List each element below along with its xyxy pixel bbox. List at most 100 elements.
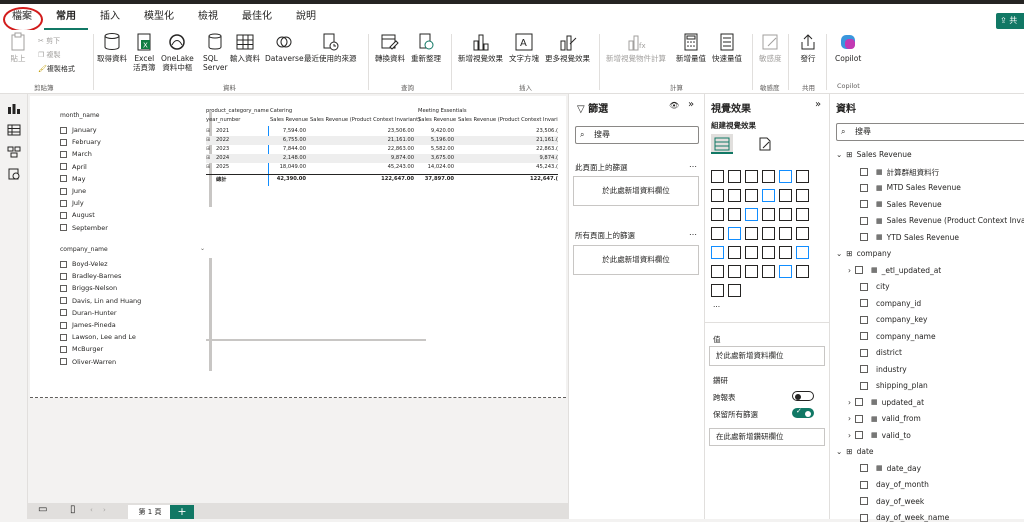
chevron-down-icon[interactable]: ⌄ <box>200 245 205 252</box>
transform-data-button[interactable]: 轉換資料 <box>375 32 405 63</box>
checkbox[interactable] <box>860 497 868 505</box>
dataverse-button[interactable]: Dataverse <box>265 32 304 63</box>
decomposition-tree-visual-icon[interactable] <box>728 265 741 278</box>
dax-query-view-icon[interactable] <box>7 168 21 180</box>
checkbox[interactable] <box>60 138 67 146</box>
kpi-visual-icon[interactable] <box>711 246 724 259</box>
more-options-icon[interactable]: … <box>689 160 697 169</box>
get-data-button[interactable]: 取得資料 <box>97 32 127 63</box>
table-node[interactable]: ⌄ ⊞ company <box>836 249 891 258</box>
slicer-item[interactable]: February <box>60 136 200 148</box>
slicer-item[interactable]: April <box>60 161 200 173</box>
gauge-visual-icon[interactable] <box>762 227 775 240</box>
checkbox[interactable] <box>860 464 868 472</box>
slicer-item[interactable]: July <box>60 197 200 209</box>
filters-search-input[interactable]: ⌕ 搜尋 <box>575 126 699 144</box>
python-visual-visual-icon[interactable] <box>796 246 809 259</box>
checkbox[interactable] <box>860 332 868 340</box>
new-visual-calc-button[interactable]: fx 新增視覺物件計算 <box>606 32 666 63</box>
tab-insert[interactable]: 插入 <box>88 4 132 30</box>
table-node[interactable]: ⌄ ⊞ Sales Revenue <box>836 150 912 159</box>
cross-report-toggle[interactable] <box>792 391 814 401</box>
recent-sources-button[interactable]: 最近使用的來源 <box>304 32 357 63</box>
narrative-visual-icon[interactable] <box>762 265 775 278</box>
add-page-button[interactable]: + <box>170 505 194 519</box>
field-item[interactable]: company_key <box>860 315 927 324</box>
model-view-icon[interactable] <box>7 146 21 158</box>
slicer-item[interactable]: March <box>60 148 200 160</box>
more-options-icon[interactable]: … <box>689 228 697 237</box>
checkbox[interactable] <box>60 272 67 280</box>
values-drop[interactable]: 於此處新增資料欄位 <box>709 346 825 366</box>
ribbon-chart-visual-icon[interactable] <box>779 189 792 202</box>
filled-map-visual-icon[interactable] <box>711 227 724 240</box>
new-visual-button[interactable]: 新增視覺效果 <box>458 32 503 63</box>
100-stacked-bar-visual-icon[interactable] <box>779 170 792 183</box>
chevron-right-icon[interactable]: › <box>848 266 851 275</box>
clustered-column-visual-icon[interactable] <box>728 170 741 183</box>
expand-icon[interactable]: ⊞ <box>206 137 210 143</box>
line-column-visual-icon[interactable] <box>762 189 775 202</box>
company-slicer-scrollbar[interactable] <box>209 258 212 371</box>
page-view-icon[interactable]: ▭ <box>38 504 47 515</box>
slicer-item[interactable]: January <box>60 124 200 136</box>
checkbox[interactable] <box>860 513 868 522</box>
chevron-right-icon[interactable]: › <box>848 398 851 407</box>
checkbox[interactable] <box>855 266 863 274</box>
checkbox[interactable] <box>60 163 67 171</box>
checkbox[interactable] <box>860 200 868 208</box>
quick-measure-button[interactable]: 快速量值 <box>712 32 742 63</box>
slicer-item[interactable]: Oliver-Warren <box>60 356 200 368</box>
next-page-icon[interactable]: › <box>103 506 106 514</box>
new-measure-button[interactable]: 新增量值 <box>676 32 706 63</box>
100-stacked-column-visual-icon[interactable] <box>796 170 809 183</box>
slicer-item[interactable]: Bradley-Barnes <box>60 270 200 282</box>
field-item[interactable]: company_id <box>860 299 921 308</box>
prev-page-icon[interactable]: ‹ <box>90 506 93 514</box>
more-visuals-ellipsis[interactable]: ... <box>713 300 720 309</box>
field-item[interactable]: day_of_week_name <box>860 513 949 522</box>
checkbox[interactable] <box>860 168 868 176</box>
funnel-visual-icon[interactable] <box>711 208 724 221</box>
chevron-down-icon[interactable]: ⌄ <box>836 150 842 159</box>
format-painter-button[interactable]: 🖌複製格式 <box>38 64 75 74</box>
paste-button[interactable]: 貼上 <box>8 32 28 63</box>
textbox-button[interactable]: A 文字方塊 <box>509 32 539 63</box>
tab-modeling[interactable]: 模型化 <box>132 4 186 30</box>
checkbox[interactable] <box>60 260 67 268</box>
matrix-horizontal-scrollbar[interactable] <box>206 339 426 341</box>
checkbox[interactable] <box>60 321 67 329</box>
treemap-visual-icon[interactable] <box>779 208 792 221</box>
slicer-item[interactable]: May <box>60 173 200 185</box>
share-button[interactable]: ⇪ 共 <box>996 13 1024 29</box>
checkbox[interactable] <box>855 431 863 439</box>
drillthrough-drop[interactable]: 在此處新增鑽研欄位 <box>709 428 825 446</box>
tab-optimize[interactable]: 最佳化 <box>230 4 284 30</box>
sensitivity-button[interactable]: 敏感度 <box>759 32 782 63</box>
stacked-area-visual-icon[interactable] <box>745 189 758 202</box>
expand-icon[interactable]: ⊞ <box>206 146 210 152</box>
expand-icon[interactable]: ⊞ <box>206 164 210 170</box>
more-visuals-button[interactable]: 更多視覺效果 <box>545 32 590 63</box>
expand-icon[interactable]: ⊞ <box>206 128 210 134</box>
cut-button[interactable]: ✂ 剪下 <box>38 36 60 46</box>
slicer-item[interactable]: June <box>60 185 200 197</box>
field-item[interactable]: ▦ Sales Revenue (Product Context Invaria <box>860 216 1024 225</box>
checkbox[interactable] <box>60 284 67 292</box>
field-item[interactable]: day_of_week <box>860 497 924 506</box>
checkbox[interactable] <box>60 333 67 341</box>
slicer-item[interactable]: August <box>60 209 200 221</box>
metrics-visual-icon[interactable] <box>728 284 741 297</box>
checkbox[interactable] <box>860 480 868 489</box>
checkbox[interactable] <box>60 150 67 158</box>
r-visual-visual-icon[interactable] <box>779 246 792 259</box>
table-visual-icon[interactable] <box>745 246 758 259</box>
collapse-pane-icon[interactable]: » <box>688 99 694 110</box>
matrix-visual-icon[interactable] <box>762 246 775 259</box>
power-apps-visual-icon[interactable] <box>796 265 809 278</box>
slicer-item[interactable]: Boyd-Velez <box>60 258 200 270</box>
expand-icon[interactable]: ⊞ <box>206 155 210 161</box>
field-item[interactable]: company_name <box>860 332 936 341</box>
checkbox[interactable] <box>60 297 67 305</box>
refresh-button[interactable]: 重新整理 <box>411 32 441 63</box>
